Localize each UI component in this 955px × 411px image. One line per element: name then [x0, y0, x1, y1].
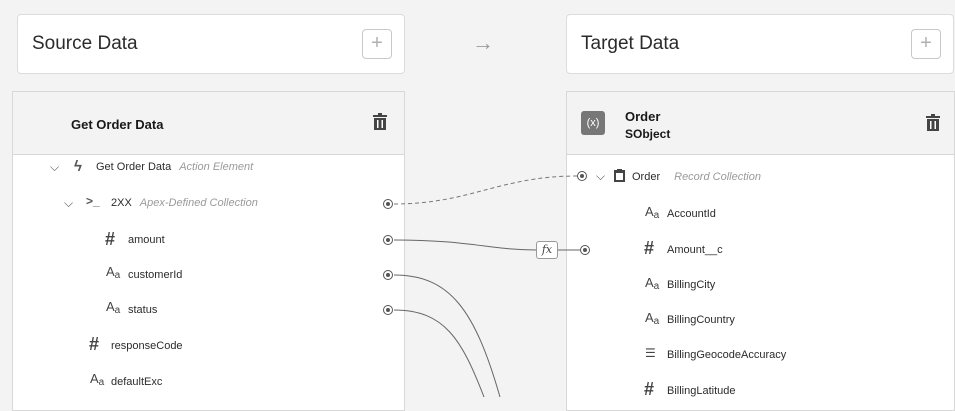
- formula-fx-node[interactable]: fx: [536, 241, 558, 259]
- wire-customerId: [393, 274, 501, 397]
- wire-amount-to-fx: [393, 239, 537, 251]
- wire-status: [393, 309, 485, 397]
- wire-collection-to-order: [393, 175, 578, 205]
- mapping-wires: [393, 175, 580, 397]
